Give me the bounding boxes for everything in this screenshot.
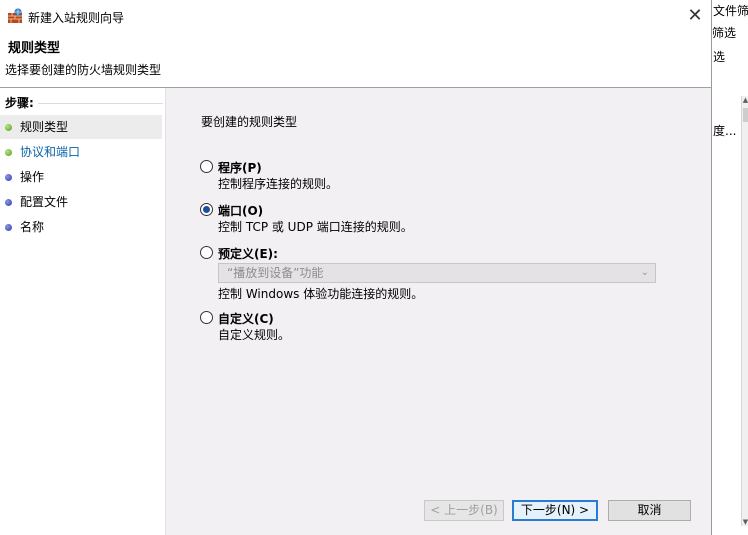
option-title[interactable]: 程序(P)	[218, 159, 262, 176]
step-label: 规则类型	[20, 120, 69, 134]
background-text: 度...	[713, 124, 737, 138]
step-pending-icon	[5, 224, 12, 231]
step-complete-icon	[5, 149, 12, 156]
step-label: 名称	[20, 220, 45, 234]
page-subtitle: 选择要创建的防火墙规则类型	[5, 63, 162, 77]
rule-type-question: 要创建的规则类型	[201, 115, 298, 129]
new-inbound-rule-wizard: 新建入站规则向导 ✕ 规则类型 选择要创建的防火墙规则类型 步骤: 规则类型 协…	[0, 0, 711, 535]
step-label: 配置文件	[20, 195, 69, 209]
background-text: 选	[713, 50, 726, 64]
background-text: 文件筛	[713, 4, 748, 18]
step-pending-icon	[5, 174, 12, 181]
step-action: 操作	[0, 165, 162, 189]
option-title[interactable]: 自定义(C)	[218, 310, 274, 327]
step-complete-icon	[5, 124, 12, 131]
next-button[interactable]: 下一步(N) >	[512, 500, 598, 521]
title-bar: 新建入站规则向导 ✕	[0, 0, 711, 32]
option-description: 自定义规则。	[218, 328, 291, 342]
option-description: 控制 TCP 或 UDP 端口连接的规则。	[218, 220, 413, 234]
chevron-down-icon: ⌄	[640, 267, 649, 278]
option-description: 控制程序连接的规则。	[218, 177, 339, 191]
wizard-header: 规则类型 选择要创建的防火墙规则类型	[0, 32, 711, 87]
port-radio[interactable]	[200, 203, 213, 216]
step-name: 名称	[0, 215, 162, 239]
background-scrollbar[interactable]: ▲ ▼	[741, 96, 748, 526]
step-rule-type: 规则类型	[0, 115, 162, 139]
step-label: 操作	[20, 170, 45, 184]
predefined-select: “播放到设备”功能 ⌄	[218, 263, 656, 283]
back-button: < 上一步(B)	[424, 500, 504, 521]
option-title[interactable]: 端口(O)	[218, 202, 263, 219]
custom-radio[interactable]	[200, 311, 213, 324]
scroll-up-icon[interactable]: ▲	[742, 96, 748, 104]
close-button[interactable]: ✕	[680, 3, 710, 29]
step-protocol-ports[interactable]: 协议和端口	[0, 140, 162, 164]
steps-heading: 步骤:	[5, 96, 34, 110]
program-radio[interactable]	[200, 160, 213, 173]
content-pane: 要创建的规则类型 程序(P) 控制程序连接的规则。 端口(O) 控制 TCP 或…	[165, 88, 711, 535]
step-profile: 配置文件	[0, 190, 162, 214]
cancel-button[interactable]: 取消	[608, 500, 691, 521]
option-description: 控制 Windows 体验功能连接的规则。	[218, 287, 424, 301]
page-title: 规则类型	[8, 41, 61, 56]
firewall-icon	[8, 8, 22, 23]
background-text: 筛选	[712, 26, 737, 40]
step-pending-icon	[5, 199, 12, 206]
window-title: 新建入站规则向导	[28, 11, 125, 25]
scrollbar-thumb[interactable]	[743, 108, 748, 122]
step-label[interactable]: 协议和端口	[20, 145, 80, 159]
select-value: “播放到设备”功能	[227, 266, 324, 280]
steps-divider	[38, 103, 163, 104]
option-title[interactable]: 预定义(E):	[218, 245, 278, 262]
steps-pane: 步骤: 规则类型 协议和端口 操作 配置文件 名称	[0, 88, 165, 535]
predefined-radio[interactable]	[200, 246, 213, 259]
scroll-down-icon[interactable]: ▼	[742, 518, 748, 526]
